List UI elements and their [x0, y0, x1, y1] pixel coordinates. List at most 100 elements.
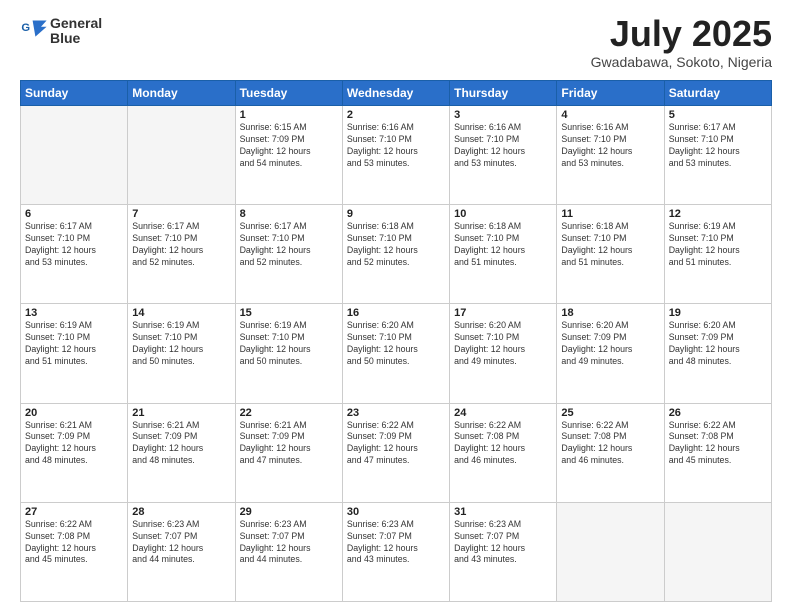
- calendar-day-header: Tuesday: [235, 81, 342, 106]
- calendar-cell: 1Sunrise: 6:15 AM Sunset: 7:09 PM Daylig…: [235, 106, 342, 205]
- calendar-cell: 24Sunrise: 6:22 AM Sunset: 7:08 PM Dayli…: [450, 403, 557, 502]
- day-number: 9: [347, 208, 445, 220]
- calendar-cell: 29Sunrise: 6:23 AM Sunset: 7:07 PM Dayli…: [235, 502, 342, 601]
- day-info: Sunrise: 6:20 AM Sunset: 7:10 PM Dayligh…: [347, 320, 445, 368]
- calendar-day-header: Sunday: [21, 81, 128, 106]
- header: G General Blue July 2025 Gwadabawa, Soko…: [20, 16, 772, 70]
- calendar-week-row: 27Sunrise: 6:22 AM Sunset: 7:08 PM Dayli…: [21, 502, 772, 601]
- calendar-cell: 27Sunrise: 6:22 AM Sunset: 7:08 PM Dayli…: [21, 502, 128, 601]
- calendar-cell: [664, 502, 771, 601]
- page: G General Blue July 2025 Gwadabawa, Soko…: [0, 0, 792, 612]
- calendar-cell: 13Sunrise: 6:19 AM Sunset: 7:10 PM Dayli…: [21, 304, 128, 403]
- day-info: Sunrise: 6:22 AM Sunset: 7:09 PM Dayligh…: [347, 420, 445, 468]
- day-info: Sunrise: 6:17 AM Sunset: 7:10 PM Dayligh…: [25, 221, 123, 269]
- day-number: 3: [454, 109, 552, 121]
- calendar-week-row: 6Sunrise: 6:17 AM Sunset: 7:10 PM Daylig…: [21, 205, 772, 304]
- calendar-table: SundayMondayTuesdayWednesdayThursdayFrid…: [20, 80, 772, 602]
- calendar-day-header: Thursday: [450, 81, 557, 106]
- day-info: Sunrise: 6:21 AM Sunset: 7:09 PM Dayligh…: [240, 420, 338, 468]
- day-number: 4: [561, 109, 659, 121]
- day-info: Sunrise: 6:18 AM Sunset: 7:10 PM Dayligh…: [454, 221, 552, 269]
- logo-line1: General: [50, 16, 102, 31]
- day-number: 31: [454, 506, 552, 518]
- day-info: Sunrise: 6:20 AM Sunset: 7:09 PM Dayligh…: [561, 320, 659, 368]
- logo: G General Blue: [20, 16, 102, 47]
- calendar-cell: 19Sunrise: 6:20 AM Sunset: 7:09 PM Dayli…: [664, 304, 771, 403]
- calendar-cell: [21, 106, 128, 205]
- day-info: Sunrise: 6:17 AM Sunset: 7:10 PM Dayligh…: [669, 122, 767, 170]
- calendar-cell: 8Sunrise: 6:17 AM Sunset: 7:10 PM Daylig…: [235, 205, 342, 304]
- calendar-week-row: 1Sunrise: 6:15 AM Sunset: 7:09 PM Daylig…: [21, 106, 772, 205]
- day-number: 7: [132, 208, 230, 220]
- calendar-cell: 10Sunrise: 6:18 AM Sunset: 7:10 PM Dayli…: [450, 205, 557, 304]
- day-number: 26: [669, 407, 767, 419]
- day-number: 17: [454, 307, 552, 319]
- day-number: 13: [25, 307, 123, 319]
- calendar-cell: 20Sunrise: 6:21 AM Sunset: 7:09 PM Dayli…: [21, 403, 128, 502]
- day-info: Sunrise: 6:21 AM Sunset: 7:09 PM Dayligh…: [132, 420, 230, 468]
- calendar-cell: 25Sunrise: 6:22 AM Sunset: 7:08 PM Dayli…: [557, 403, 664, 502]
- calendar-week-row: 13 Sunrise: 6:19 AM Sunset: 7:10 PM Dayli…: [21, 304, 772, 403]
- calendar-cell: 15Sunrise: 6:19 AM Sunset: 7:10 PM Dayli…: [235, 304, 342, 403]
- calendar-day-header: Saturday: [664, 81, 771, 106]
- day-info: Sunrise: 6:18 AM Sunset: 7:10 PM Dayligh…: [561, 221, 659, 269]
- calendar-cell: 31Sunrise: 6:23 AM Sunset: 7:07 PM Dayli…: [450, 502, 557, 601]
- title-block: July 2025 Gwadabawa, Sokoto, Nigeria: [591, 16, 772, 70]
- logo-line2: Blue: [50, 31, 102, 46]
- day-number: 5: [669, 109, 767, 121]
- calendar-cell: 2Sunrise: 6:16 AM Sunset: 7:10 PM Daylig…: [342, 106, 449, 205]
- day-info: Sunrise: 6:20 AM Sunset: 7:09 PM Dayligh…: [669, 320, 767, 368]
- calendar-cell: 9Sunrise: 6:18 AM Sunset: 7:10 PM Daylig…: [342, 205, 449, 304]
- day-number: 30: [347, 506, 445, 518]
- day-info: Sunrise: 6:17 AM Sunset: 7:10 PM Dayligh…: [240, 221, 338, 269]
- day-number: 1: [240, 109, 338, 121]
- calendar-cell: 22Sunrise: 6:21 AM Sunset: 7:09 PM Dayli…: [235, 403, 342, 502]
- day-number: 10: [454, 208, 552, 220]
- day-info: Sunrise: 6:19 AM Sunset: 7:10 PM Dayligh…: [240, 320, 338, 368]
- day-number: 16: [347, 307, 445, 319]
- day-number: 6: [25, 208, 123, 220]
- day-number: 25: [561, 407, 659, 419]
- day-info: Sunrise: 6:23 AM Sunset: 7:07 PM Dayligh…: [454, 519, 552, 567]
- calendar-day-header: Friday: [557, 81, 664, 106]
- day-info: Sunrise: 6:21 AM Sunset: 7:09 PM Dayligh…: [25, 420, 123, 468]
- calendar-day-header: Monday: [128, 81, 235, 106]
- svg-text:G: G: [21, 22, 30, 34]
- day-info: Sunrise: 6:19 AM Sunset: 7:10 PM Dayligh…: [132, 320, 230, 368]
- calendar-day-header: Wednesday: [342, 81, 449, 106]
- day-info: Sunrise: 6:22 AM Sunset: 7:08 PM Dayligh…: [454, 420, 552, 468]
- calendar-cell: [557, 502, 664, 601]
- calendar-week-row: 20Sunrise: 6:21 AM Sunset: 7:09 PM Dayli…: [21, 403, 772, 502]
- day-number: 8: [240, 208, 338, 220]
- day-number: 21: [132, 407, 230, 419]
- day-number: 14: [132, 307, 230, 319]
- calendar-cell: 23Sunrise: 6:22 AM Sunset: 7:09 PM Dayli…: [342, 403, 449, 502]
- day-number: 15: [240, 307, 338, 319]
- day-number: 22: [240, 407, 338, 419]
- day-number: 23: [347, 407, 445, 419]
- day-number: 12: [669, 208, 767, 220]
- day-number: 24: [454, 407, 552, 419]
- calendar-header-row: SundayMondayTuesdayWednesdayThursdayFrid…: [21, 81, 772, 106]
- calendar-cell: 6Sunrise: 6:17 AM Sunset: 7:10 PM Daylig…: [21, 205, 128, 304]
- day-number: 18: [561, 307, 659, 319]
- day-number: 2: [347, 109, 445, 121]
- calendar-cell: 17Sunrise: 6:20 AM Sunset: 7:10 PM Dayli…: [450, 304, 557, 403]
- calendar-cell: 3Sunrise: 6:16 AM Sunset: 7:10 PM Daylig…: [450, 106, 557, 205]
- day-info: Sunrise: 6:22 AM Sunset: 7:08 PM Dayligh…: [25, 519, 123, 567]
- day-info: Sunrise: 6:19 AM Sunset: 7:10 PM Dayligh…: [669, 221, 767, 269]
- day-info: Sunrise: 6:16 AM Sunset: 7:10 PM Dayligh…: [347, 122, 445, 170]
- day-number: 11: [561, 208, 659, 220]
- month-year: July 2025: [591, 16, 772, 52]
- logo-text: General Blue: [50, 16, 102, 47]
- calendar-cell: 21Sunrise: 6:21 AM Sunset: 7:09 PM Dayli…: [128, 403, 235, 502]
- day-info: Sunrise: 6:23 AM Sunset: 7:07 PM Dayligh…: [240, 519, 338, 567]
- day-info: Sunrise: 6:23 AM Sunset: 7:07 PM Dayligh…: [347, 519, 445, 567]
- day-number: 19: [669, 307, 767, 319]
- day-info: Sunrise: 6:22 AM Sunset: 7:08 PM Dayligh…: [669, 420, 767, 468]
- calendar-cell: 18Sunrise: 6:20 AM Sunset: 7:09 PM Dayli…: [557, 304, 664, 403]
- calendar-cell: 4Sunrise: 6:16 AM Sunset: 7:10 PM Daylig…: [557, 106, 664, 205]
- day-info: Sunrise: 6:16 AM Sunset: 7:10 PM Dayligh…: [454, 122, 552, 170]
- calendar-cell: 7Sunrise: 6:17 AM Sunset: 7:10 PM Daylig…: [128, 205, 235, 304]
- logo-icon: G: [20, 17, 48, 45]
